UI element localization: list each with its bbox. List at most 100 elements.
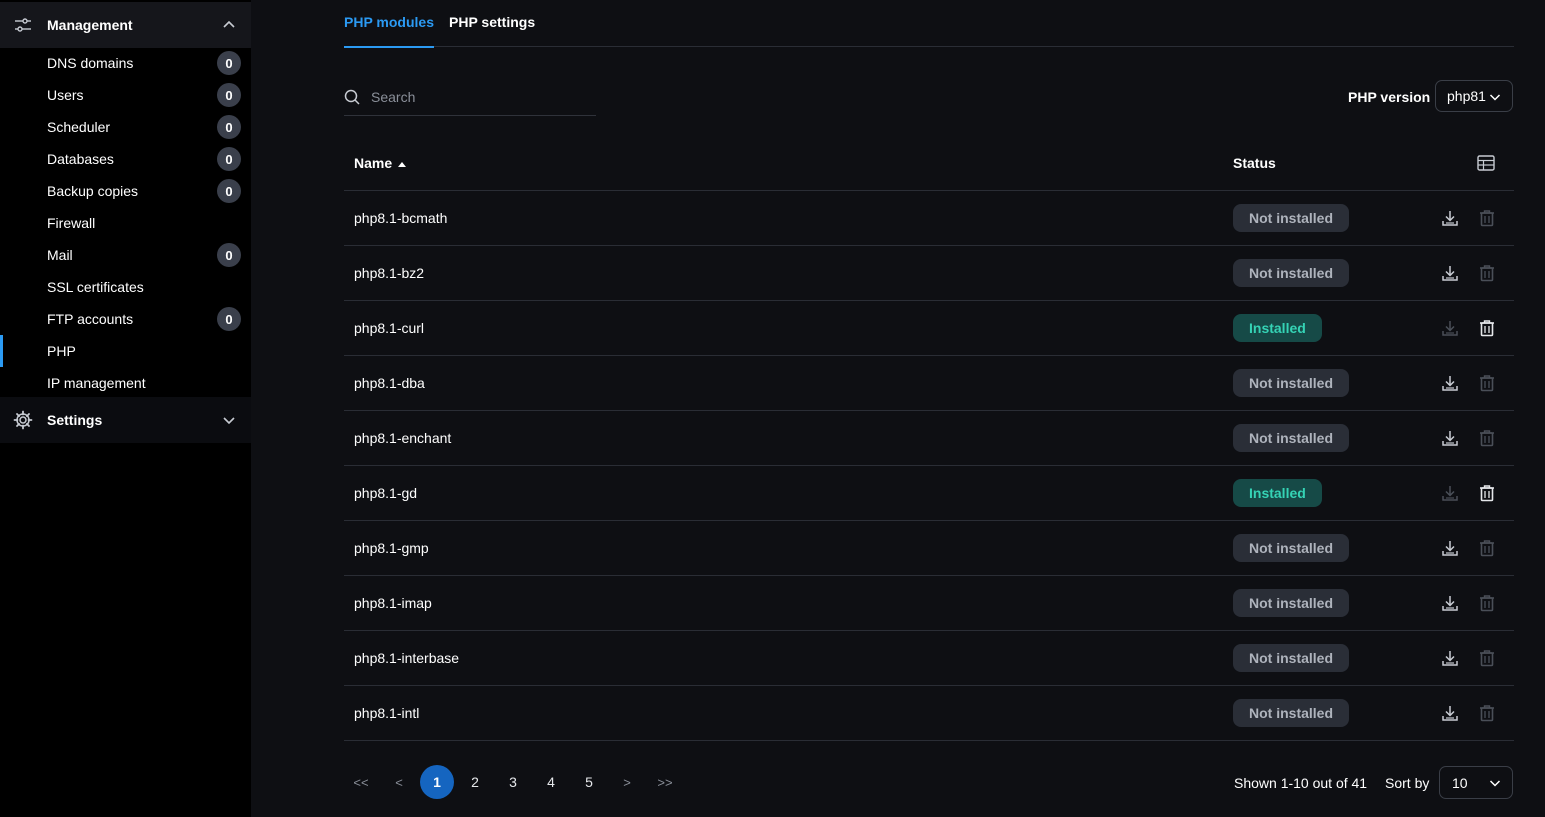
install-icon[interactable] (1440, 648, 1460, 668)
status-badge: Not installed (1233, 424, 1350, 452)
trash-icon[interactable] (1477, 648, 1497, 668)
page-next-button[interactable]: > (610, 765, 644, 799)
module-name: php8.1-bcmath (354, 210, 448, 226)
sidebar-item-firewall[interactable]: Firewall (0, 207, 251, 239)
sidebar-item-backup-copies[interactable]: Backup copies 0 (0, 175, 251, 207)
module-name: php8.1-intl (354, 705, 420, 721)
sidebar-group-label: Settings (47, 412, 103, 428)
table-columns-icon[interactable] (1477, 155, 1495, 171)
module-name: php8.1-enchant (354, 430, 452, 446)
module-name: php8.1-bz2 (354, 265, 425, 281)
sliders-icon (15, 18, 31, 32)
trash-icon[interactable] (1477, 593, 1497, 613)
sidebar-item-mail[interactable]: Mail 0 (0, 239, 251, 271)
tab-php-modules[interactable]: PHP modules (344, 14, 434, 48)
status-badge: Not installed (1233, 369, 1350, 397)
trash-icon[interactable] (1477, 373, 1497, 393)
sidebar-item-ftp-accounts[interactable]: FTP accounts 0 (0, 303, 251, 335)
table-row: php8.1-intl Not installed (344, 686, 1514, 741)
table-header: Name Status (344, 136, 1514, 191)
page-button[interactable]: 5 (572, 765, 606, 799)
sidebar-item-label: Mail (47, 247, 73, 263)
status-badge: Not installed (1233, 589, 1350, 617)
status-badge: Not installed (1233, 534, 1350, 562)
php-version-label: PHP version (1348, 89, 1431, 105)
tab-php-settings[interactable]: PHP settings (449, 14, 535, 30)
sidebar-item-label: IP management (47, 375, 146, 391)
status-badge: Not installed (1233, 644, 1350, 672)
sidebar-item-label: PHP (47, 343, 76, 359)
trash-icon[interactable] (1477, 703, 1497, 723)
table-row: php8.1-bcmath Not installed (344, 191, 1514, 246)
install-icon[interactable] (1440, 373, 1460, 393)
count-badge: 0 (217, 115, 241, 139)
count-badge: 0 (217, 179, 241, 203)
count-badge: 0 (217, 83, 241, 107)
table-row: php8.1-gd Installed (344, 466, 1514, 521)
column-header-name[interactable]: Name (354, 155, 407, 171)
install-icon[interactable] (1440, 318, 1460, 338)
status-badge: Not installed (1233, 204, 1350, 232)
install-icon[interactable] (1440, 593, 1460, 613)
install-icon[interactable] (1440, 263, 1460, 283)
page-button[interactable]: 4 (534, 765, 568, 799)
install-icon[interactable] (1440, 483, 1460, 503)
sidebar-item-dns-domains[interactable]: DNS domains 0 (0, 47, 251, 79)
sidebar-group-management[interactable]: Management (0, 2, 251, 48)
table-row: php8.1-dba Not installed (344, 356, 1514, 411)
page-last-button[interactable]: >> (648, 765, 682, 799)
sidebar-item-scheduler[interactable]: Scheduler 0 (0, 111, 251, 143)
module-name: php8.1-imap (354, 595, 432, 611)
trash-icon[interactable] (1477, 263, 1497, 283)
chevron-down-icon (1489, 780, 1501, 787)
sidebar-item-databases[interactable]: Databases 0 (0, 143, 251, 175)
sidebar-item-php[interactable]: PHP (0, 335, 251, 367)
sidebar-item-users[interactable]: Users 0 (0, 79, 251, 111)
module-name: php8.1-gmp (354, 540, 429, 556)
install-icon[interactable] (1440, 703, 1460, 723)
column-header-status[interactable]: Status (1233, 155, 1276, 171)
count-badge: 0 (217, 307, 241, 331)
page-button[interactable]: 1 (420, 765, 454, 799)
table-row: php8.1-enchant Not installed (344, 411, 1514, 466)
status-badge: Not installed (1233, 699, 1350, 727)
status-badge: Installed (1233, 479, 1322, 507)
php-version-select[interactable]: php81 (1435, 80, 1513, 112)
status-badge: Installed (1233, 314, 1322, 342)
trash-icon[interactable] (1477, 538, 1497, 558)
trash-icon[interactable] (1477, 483, 1497, 503)
trash-icon[interactable] (1477, 428, 1497, 448)
sort-asc-icon (398, 161, 407, 167)
table-row: php8.1-imap Not installed (344, 576, 1514, 631)
php-version-value: php81 (1447, 88, 1486, 104)
count-badge: 0 (217, 51, 241, 75)
table-row: php8.1-curl Installed (344, 301, 1514, 356)
page-size-select[interactable]: 10 (1439, 766, 1513, 799)
search-input[interactable] (371, 86, 591, 108)
search-box (344, 80, 596, 116)
page-button[interactable]: 3 (496, 765, 530, 799)
page-prev-button[interactable]: < (382, 765, 416, 799)
chevron-up-icon (223, 20, 235, 28)
sidebar-item-label: Databases (47, 151, 114, 167)
module-name: php8.1-interbase (354, 650, 460, 666)
trash-icon[interactable] (1477, 318, 1497, 338)
sidebar-item-ip-management[interactable]: IP management (0, 367, 251, 399)
gear-icon (13, 410, 33, 430)
sidebar-group-settings[interactable]: Settings (0, 397, 251, 443)
install-icon[interactable] (1440, 428, 1460, 448)
modules-table: Name Status php8.1-bcmath Not installed ph… (344, 136, 1514, 741)
sidebar-item-label: Users (47, 87, 84, 103)
install-icon[interactable] (1440, 208, 1460, 228)
install-icon[interactable] (1440, 538, 1460, 558)
search-icon (344, 89, 360, 105)
page-button[interactable]: 2 (458, 765, 492, 799)
sidebar-item-label: DNS domains (47, 55, 134, 71)
trash-icon[interactable] (1477, 208, 1497, 228)
sidebar: Management DNS domains 0 Users 0 Scheduler 0 D… (0, 0, 251, 817)
module-name: php8.1-dba (354, 375, 425, 391)
sidebar-item-ssl-certificates[interactable]: SSL certificates (0, 271, 251, 303)
page-first-button[interactable]: << (344, 765, 378, 799)
sidebar-item-label: SSL certificates (47, 279, 144, 295)
page-size-value: 10 (1452, 774, 1468, 791)
